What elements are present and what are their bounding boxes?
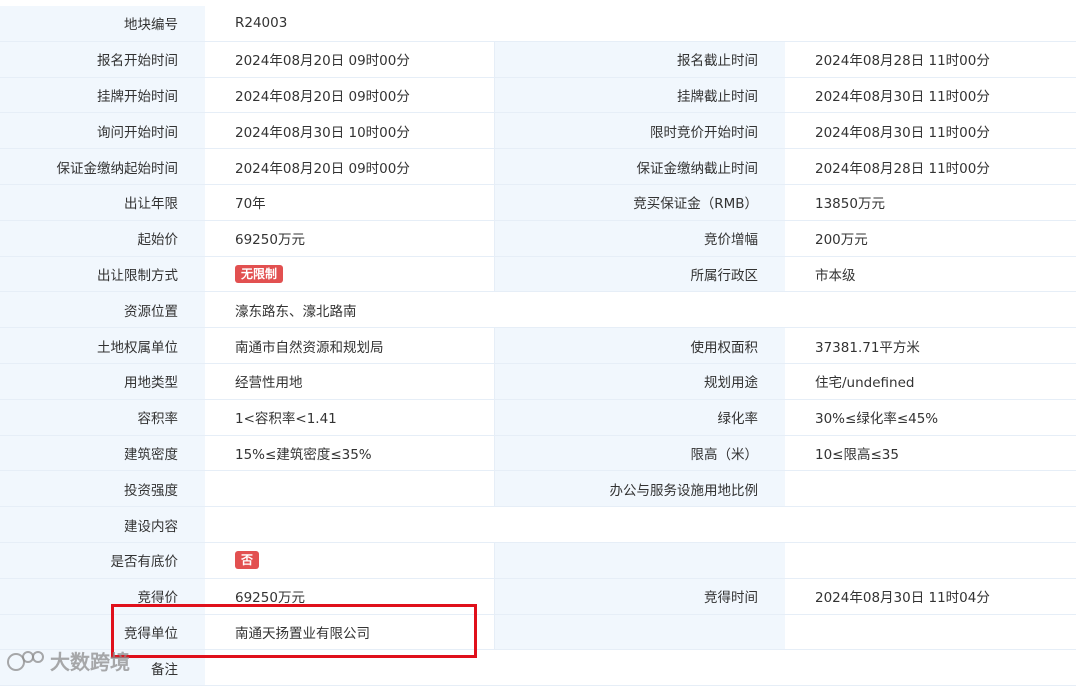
field-value: 15%≤建筑密度≤35% bbox=[205, 435, 495, 471]
field-value: 否 bbox=[205, 542, 495, 578]
field-value: 70年 bbox=[205, 184, 495, 220]
field-label: 使用权面积 bbox=[495, 328, 785, 363]
field-value bbox=[785, 614, 1076, 650]
field-label: 挂牌截止时间 bbox=[495, 77, 785, 113]
field-label: 限高（米） bbox=[495, 435, 785, 471]
field-label: 容积率 bbox=[0, 399, 205, 435]
field-label: 起始价 bbox=[0, 220, 205, 256]
field-value: 经营性用地 bbox=[205, 363, 495, 399]
field-label: 限时竞价开始时间 bbox=[495, 113, 785, 149]
watermark-logo-icon bbox=[7, 650, 44, 671]
field-value bbox=[205, 650, 1076, 686]
land-info-table: 地块编号 R24003 报名开始时间 2024年08月20日 09时00分 报名… bbox=[0, 6, 1076, 686]
field-value: 30%≤绿化率≤45% bbox=[785, 399, 1076, 435]
field-label: 办公与服务设施用地比例 bbox=[495, 471, 785, 507]
field-label: 竞得单位 bbox=[0, 614, 205, 650]
field-value: 2024年08月30日 11时00分 bbox=[785, 113, 1076, 149]
field-value: 2024年08月30日 11时00分 bbox=[785, 77, 1076, 113]
table-row: 用地类型 经营性用地 规划用途 住宅/undefined bbox=[0, 363, 1076, 400]
table-row: 备注 bbox=[0, 650, 1076, 686]
field-label: 绿化率 bbox=[495, 399, 785, 435]
watermark-text: 大数跨境 bbox=[50, 650, 130, 674]
field-label: 土地权属单位 bbox=[0, 328, 205, 363]
field-label: 地块编号 bbox=[0, 6, 205, 41]
field-label: 报名截止时间 bbox=[495, 41, 785, 77]
table-row: 挂牌开始时间 2024年08月20日 09时00分 挂牌截止时间 2024年08… bbox=[0, 77, 1076, 114]
field-label: 竞买保证金（RMB） bbox=[495, 184, 785, 220]
table-row: 保证金缴纳起始时间 2024年08月20日 09时00分 保证金缴纳截止时间 2… bbox=[0, 149, 1076, 185]
field-value bbox=[785, 542, 1076, 578]
table-row: 资源位置 濠东路东、濠北路南 bbox=[0, 292, 1076, 329]
table-row: 竞得价 69250万元 竞得时间 2024年08月30日 11时04分 bbox=[0, 578, 1076, 615]
field-value: 2024年08月28日 11时00分 bbox=[785, 149, 1076, 184]
table-row: 投资强度 办公与服务设施用地比例 bbox=[0, 471, 1076, 508]
field-label: 保证金缴纳起始时间 bbox=[0, 149, 205, 184]
field-label bbox=[495, 614, 785, 650]
field-value: 南通市自然资源和规划局 bbox=[205, 328, 495, 363]
table-row: 询问开始时间 2024年08月30日 10时00分 限时竞价开始时间 2024年… bbox=[0, 113, 1076, 150]
field-value bbox=[205, 507, 1076, 542]
table-row: 是否有底价 否 bbox=[0, 542, 1076, 579]
field-label: 竞得时间 bbox=[495, 578, 785, 614]
field-label: 建设内容 bbox=[0, 507, 205, 542]
field-value: 13850万元 bbox=[785, 184, 1076, 220]
table-row: 容积率 1<容积率<1.41 绿化率 30%≤绿化率≤45% bbox=[0, 399, 1076, 436]
field-label: 竞得价 bbox=[0, 578, 205, 614]
reserve-price-badge: 否 bbox=[235, 551, 260, 570]
field-value: 南通天扬置业有限公司 bbox=[205, 614, 495, 650]
restriction-badge: 无限制 bbox=[235, 264, 284, 283]
field-label: 出让限制方式 bbox=[0, 256, 205, 292]
field-label: 建筑密度 bbox=[0, 435, 205, 471]
field-label: 投资强度 bbox=[0, 471, 205, 507]
field-label: 报名开始时间 bbox=[0, 41, 205, 77]
field-label: 竞价增幅 bbox=[495, 220, 785, 256]
table-row: 土地权属单位 南通市自然资源和规划局 使用权面积 37381.71平方米 bbox=[0, 328, 1076, 364]
field-label: 出让年限 bbox=[0, 184, 205, 220]
field-value bbox=[205, 471, 495, 507]
watermark: 大数跨境 bbox=[6, 646, 130, 675]
field-label: 保证金缴纳截止时间 bbox=[495, 149, 785, 184]
field-value: 10≤限高≤35 bbox=[785, 435, 1076, 471]
field-value: 1<容积率<1.41 bbox=[205, 399, 495, 435]
table-row: 报名开始时间 2024年08月20日 09时00分 报名截止时间 2024年08… bbox=[0, 41, 1076, 78]
field-value: 2024年08月20日 09时00分 bbox=[205, 77, 495, 113]
field-label: 规划用途 bbox=[495, 363, 785, 399]
field-label bbox=[495, 542, 785, 578]
field-value: 无限制 bbox=[205, 256, 495, 292]
field-label: 询问开始时间 bbox=[0, 113, 205, 149]
field-value: R24003 bbox=[205, 6, 1076, 41]
field-label: 是否有底价 bbox=[0, 542, 205, 578]
field-label: 所属行政区 bbox=[495, 256, 785, 292]
field-value: 住宅/undefined bbox=[785, 363, 1076, 399]
table-row: 建筑密度 15%≤建筑密度≤35% 限高（米） 10≤限高≤35 bbox=[0, 435, 1076, 472]
field-label: 挂牌开始时间 bbox=[0, 77, 205, 113]
field-value: 市本级 bbox=[785, 256, 1076, 292]
table-row: 地块编号 R24003 bbox=[0, 6, 1076, 42]
field-value: 69250万元 bbox=[205, 220, 495, 256]
field-value: 2024年08月20日 09时00分 bbox=[205, 149, 495, 184]
field-label: 资源位置 bbox=[0, 292, 205, 328]
field-value: 2024年08月20日 09时00分 bbox=[205, 41, 495, 77]
field-value: 濠东路东、濠北路南 bbox=[205, 292, 1076, 328]
table-row: 竞得单位 南通天扬置业有限公司 bbox=[0, 614, 1076, 651]
table-row: 出让限制方式 无限制 所属行政区 市本级 bbox=[0, 256, 1076, 293]
table-row: 起始价 69250万元 竞价增幅 200万元 bbox=[0, 220, 1076, 257]
field-label: 用地类型 bbox=[0, 363, 205, 399]
table-row: 出让年限 70年 竞买保证金（RMB） 13850万元 bbox=[0, 184, 1076, 221]
field-value: 2024年08月30日 10时00分 bbox=[205, 113, 495, 149]
field-value: 200万元 bbox=[785, 220, 1076, 256]
field-value bbox=[785, 471, 1076, 507]
field-value: 69250万元 bbox=[205, 578, 495, 614]
field-value: 2024年08月30日 11时04分 bbox=[785, 578, 1076, 614]
table-row: 建设内容 bbox=[0, 507, 1076, 543]
field-value: 2024年08月28日 11时00分 bbox=[785, 41, 1076, 77]
field-value: 37381.71平方米 bbox=[785, 328, 1076, 363]
